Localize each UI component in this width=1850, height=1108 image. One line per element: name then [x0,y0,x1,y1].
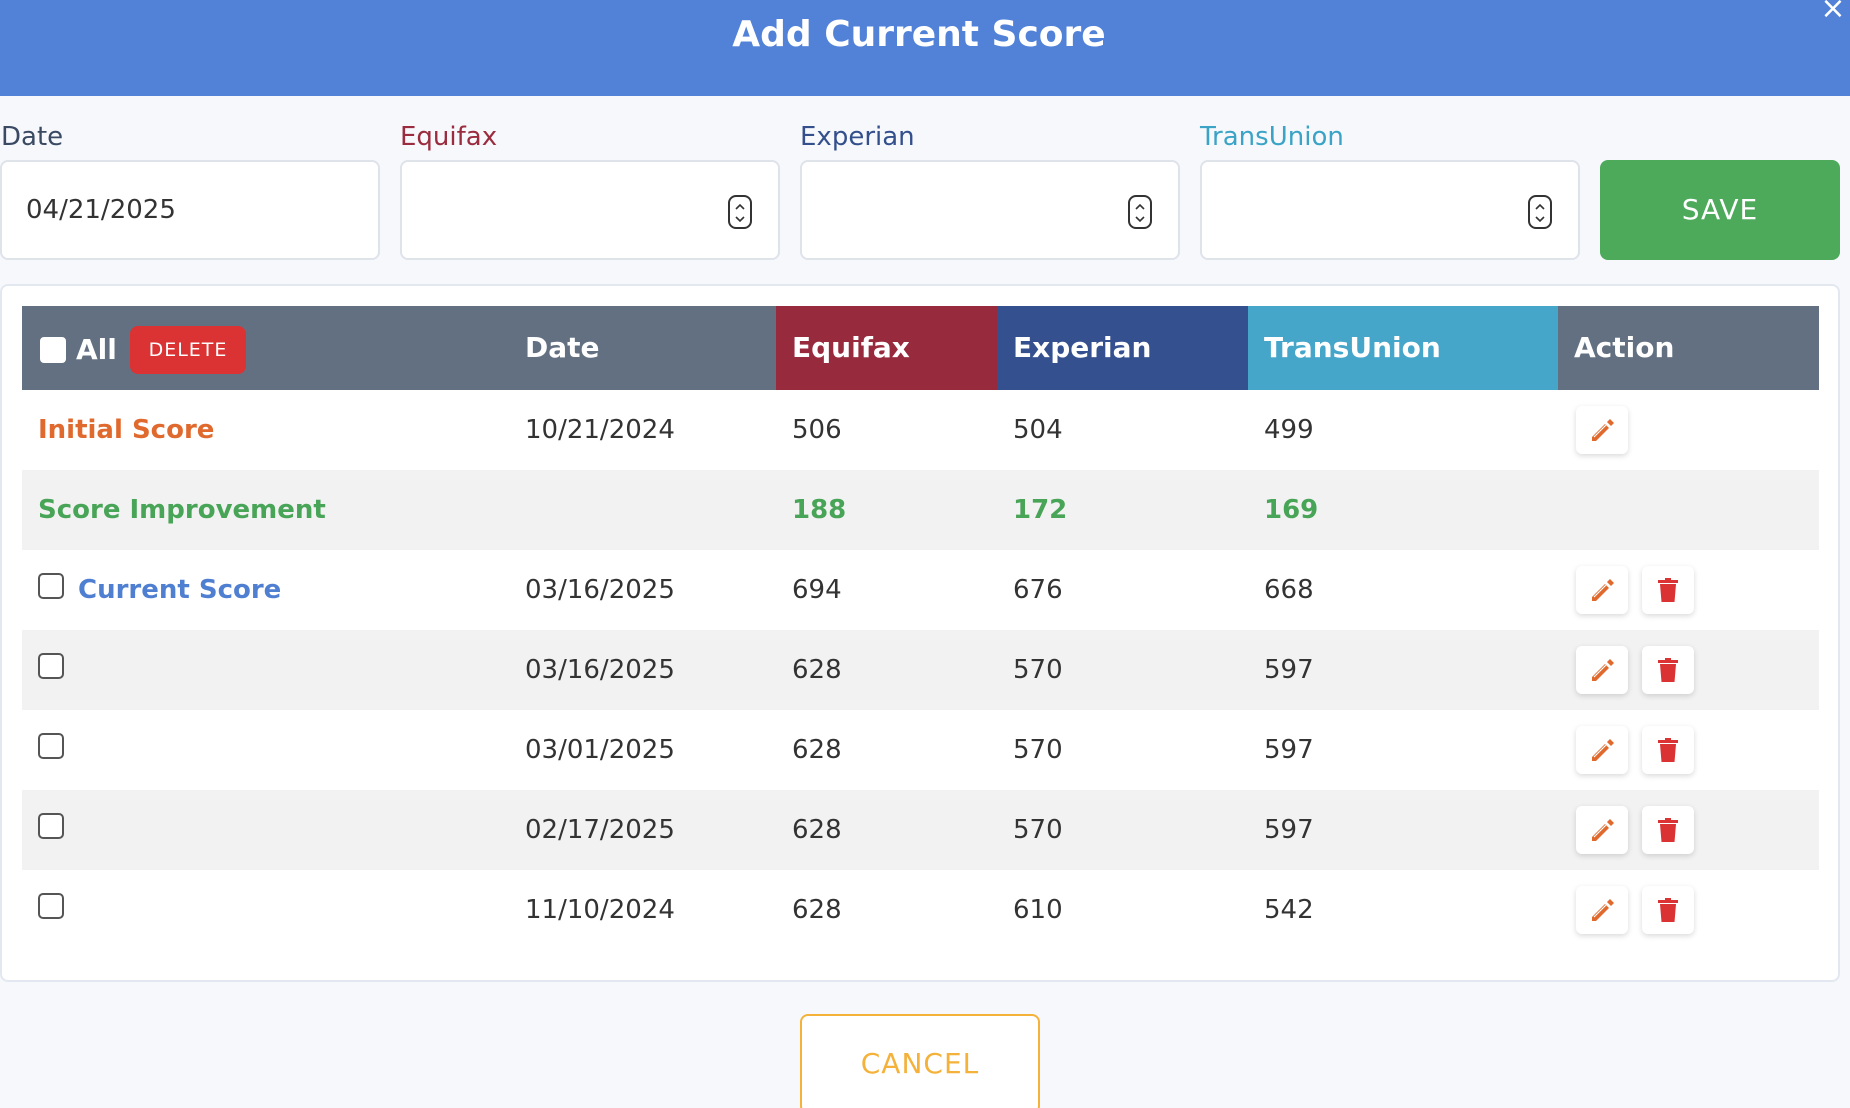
row-date: 02/17/2025 [525,815,675,845]
equifax-label: Equifax [400,122,498,152]
row-equifax: 628 [792,735,842,765]
table-row: 03/01/2025 628 570 597 [22,710,1819,790]
edit-button[interactable] [1576,726,1628,774]
improvement-equifax: 188 [792,495,847,525]
experian-input[interactable] [826,162,1126,258]
date-input[interactable] [26,162,326,258]
pencil-icon [1592,419,1614,441]
row-equifax: 628 [792,895,842,925]
row-experian: 676 [1013,575,1063,605]
col-header-transunion: TransUnion [1248,306,1558,390]
equifax-stepper-icon[interactable] [728,195,752,229]
initial-score-date: 10/21/2024 [525,415,675,445]
row-checkbox[interactable] [38,733,64,759]
trash-icon [1658,818,1678,842]
equifax-input[interactable] [426,162,726,258]
current-score-label: Current Score [78,575,282,605]
row-checkbox[interactable] [38,893,64,919]
row-experian: 570 [1013,815,1063,845]
cancel-button[interactable]: CANCEL [800,1014,1040,1108]
col-header-experian: Experian [997,306,1248,390]
date-field-box [0,160,380,260]
col-header-date: Date [525,331,600,364]
initial-score-experian: 504 [1013,415,1063,445]
col-header-action: Action [1574,331,1675,364]
row-experian: 570 [1013,655,1063,685]
score-improvement-row: Score Improvement 188 172 169 [22,470,1819,550]
table-header: Date Equifax Experian TransUnion Action [22,306,1819,390]
row-date: 03/16/2025 [525,575,675,605]
row-date: 03/16/2025 [525,655,675,685]
row-equifax: 628 [792,815,842,845]
initial-score-transunion: 499 [1264,415,1314,445]
row-transunion: 597 [1264,735,1314,765]
delete-row-button[interactable] [1642,566,1694,614]
pencil-icon [1592,579,1614,601]
row-transunion: 542 [1264,895,1314,925]
row-experian: 610 [1013,895,1063,925]
edit-button[interactable] [1576,646,1628,694]
save-button[interactable]: SAVE [1600,160,1840,260]
edit-button[interactable] [1576,406,1628,454]
close-icon[interactable]: × [1818,0,1848,24]
pencil-icon [1592,899,1614,921]
delete-row-button[interactable] [1642,886,1694,934]
modal-header: Add Current Score [0,0,1850,96]
pencil-icon [1592,819,1614,841]
transunion-input[interactable] [1226,162,1526,258]
table-row: 11/10/2024 628 610 542 [22,870,1819,950]
date-label: Date [1,122,64,152]
improvement-transunion: 169 [1264,495,1319,525]
select-all-label: All [76,333,117,366]
edit-button[interactable] [1576,566,1628,614]
transunion-field-box [1200,160,1580,260]
row-date: 11/10/2024 [525,895,675,925]
row-transunion: 668 [1264,575,1314,605]
select-all-checkbox[interactable] [40,337,66,363]
trash-icon [1658,738,1678,762]
delete-selected-button[interactable]: DELETE [130,326,246,374]
initial-score-equifax: 506 [792,415,842,445]
trash-icon [1658,658,1678,682]
improvement-experian: 172 [1013,495,1068,525]
delete-row-button[interactable] [1642,726,1694,774]
table-row: 02/17/2025 628 570 597 [22,790,1819,870]
initial-score-label: Initial Score [38,415,215,445]
table-row: Current Score 03/16/2025 694 676 668 [22,550,1819,630]
row-transunion: 597 [1264,815,1314,845]
delete-row-button[interactable] [1642,646,1694,694]
trash-icon [1658,578,1678,602]
col-header-equifax: Equifax [776,306,997,390]
row-equifax: 628 [792,655,842,685]
experian-stepper-icon[interactable] [1128,195,1152,229]
row-checkbox[interactable] [38,653,64,679]
row-equifax: 694 [792,575,842,605]
transunion-stepper-icon[interactable] [1528,195,1552,229]
experian-label: Experian [800,122,915,152]
experian-field-box [800,160,1180,260]
edit-button[interactable] [1576,806,1628,854]
modal-title: Add Current Score [732,14,1106,55]
pencil-icon [1592,659,1614,681]
edit-button[interactable] [1576,886,1628,934]
table-row: 03/16/2025 628 570 597 [22,630,1819,710]
pencil-icon [1592,739,1614,761]
trash-icon [1658,898,1678,922]
row-checkbox[interactable] [38,573,64,599]
delete-row-button[interactable] [1642,806,1694,854]
score-improvement-label: Score Improvement [38,495,326,525]
transunion-label: TransUnion [1200,122,1344,152]
row-transunion: 597 [1264,655,1314,685]
initial-score-row: Initial Score 10/21/2024 506 504 499 [22,390,1819,470]
row-experian: 570 [1013,735,1063,765]
equifax-field-box [400,160,780,260]
row-checkbox[interactable] [38,813,64,839]
row-date: 03/01/2025 [525,735,675,765]
